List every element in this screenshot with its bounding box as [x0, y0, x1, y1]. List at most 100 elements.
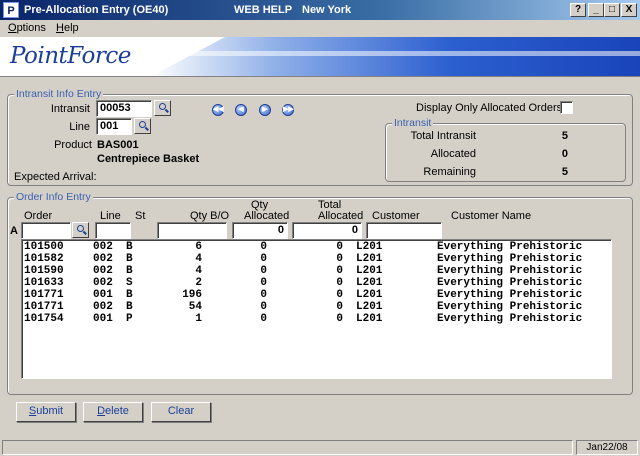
submit-label: ubmit — [36, 405, 64, 417]
delete-mnemonic: D — [97, 405, 106, 417]
customer-cell: L201 — [356, 265, 383, 277]
intransit-info-legend: Intransit Info Entry — [14, 88, 104, 100]
display-only-allocated-checkbox[interactable] — [560, 101, 573, 114]
pointforce-logo: PointForce — [10, 43, 131, 69]
menu-bar: Options Help — [0, 20, 640, 37]
total-allocated-cell: 0 — [336, 289, 343, 301]
qty-bo-cell: 4 — [195, 265, 202, 277]
line-cell: 002 — [93, 301, 113, 313]
qty-allocated-cell: 0 — [260, 241, 267, 253]
order-cell: 101771 — [24, 289, 64, 301]
menu-options-mnemonic: O — [8, 22, 17, 34]
status-cell: B — [126, 265, 133, 277]
col-header-customer-name: Customer Name — [451, 210, 532, 222]
remaining-value: 5 — [561, 166, 568, 178]
customer-cell: L201 — [356, 289, 383, 301]
order-cell: 101633 — [24, 277, 64, 289]
web-help-link[interactable]: WEB HELP — [234, 4, 292, 16]
qty-allocated-cell: 0 — [260, 289, 267, 301]
qty-bo-cell: 54 — [188, 301, 202, 313]
line-field[interactable]: 001 — [96, 118, 132, 135]
submit-button[interactable]: Submit — [16, 402, 76, 422]
maximize-icon[interactable]: □ — [604, 3, 620, 17]
allocated-value: 0 — [561, 148, 568, 160]
order-lookup-icon[interactable] — [72, 222, 89, 238]
allocated-label: Allocated — [430, 148, 476, 160]
order-cell: 101500 — [24, 241, 64, 253]
status-cell: B — [126, 253, 133, 265]
delete-button[interactable]: Delete — [83, 402, 143, 422]
line-cell: 002 — [93, 241, 113, 253]
qty-allocated-entry-field[interactable]: 0 — [232, 222, 288, 239]
location-label: New York — [302, 4, 352, 16]
table-row[interactable]: 101582 002 B 4 0 0 L201 Everything Prehi… — [22, 253, 611, 265]
customer-cell: L201 — [356, 277, 383, 289]
status-cell: B — [126, 241, 133, 253]
total-allocated-entry-field[interactable]: 0 — [292, 222, 362, 239]
entry-row-marker: A — [10, 225, 18, 237]
customer-name-cell: Everything Prehistoric — [437, 277, 583, 289]
line-entry-field[interactable] — [95, 222, 131, 239]
order-entry-field[interactable] — [21, 222, 71, 239]
qty-allocated-cell: 0 — [260, 265, 267, 277]
line-label: Line — [69, 121, 90, 133]
table-row[interactable]: 101500 002 B 6 0 0 L201 Everything Prehi… — [22, 241, 611, 253]
order-cell: 101590 — [24, 265, 64, 277]
menu-options-rest: ptions — [16, 22, 46, 34]
intransit-label: Intransit — [50, 103, 90, 115]
order-cell: 101582 — [24, 253, 64, 265]
order-cell: 101754 — [24, 313, 64, 325]
total-intransit-value: 5 — [561, 130, 568, 142]
qty-bo-cell: 6 — [195, 241, 202, 253]
table-row[interactable]: 101771 002 B 54 0 0 L201 Everything Preh… — [22, 301, 611, 313]
qty-bo-cell: 4 — [195, 253, 202, 265]
table-row[interactable]: 101633 002 S 2 0 0 L201 Everything Prehi… — [22, 277, 611, 289]
app-icon: P — [3, 2, 19, 18]
customer-cell: L201 — [356, 241, 383, 253]
menu-help-mnemonic: H — [56, 22, 64, 34]
status-cell: P — [126, 313, 133, 325]
menu-help[interactable]: Help — [56, 22, 79, 34]
intransit-summary-legend: Intransit — [392, 117, 434, 129]
minimize-icon[interactable]: _ — [588, 3, 604, 17]
product-code: BAS001 — [97, 139, 139, 151]
help-icon[interactable]: ? — [570, 3, 586, 17]
status-cell: S — [126, 277, 133, 289]
col-header-line: Line — [100, 210, 121, 222]
intransit-lookup-icon[interactable] — [154, 100, 171, 116]
table-row[interactable]: 101771 001 B 196 0 0 L201 Everything Pre… — [22, 289, 611, 301]
delete-label: elete — [105, 405, 129, 417]
qty-bo-entry-field[interactable] — [157, 222, 227, 239]
customer-name-cell: Everything Prehistoric — [437, 301, 583, 313]
status-cell: B — [126, 289, 133, 301]
line-lookup-icon[interactable] — [134, 118, 151, 134]
last-record-icon[interactable]: ▶▶ — [282, 104, 294, 116]
customer-cell: L201 — [356, 253, 383, 265]
qty-allocated-cell: 0 — [260, 277, 267, 289]
line-cell: 001 — [93, 289, 113, 301]
status-bar: Jan22/08 — [0, 438, 640, 456]
next-record-icon[interactable]: ▶ — [259, 104, 271, 116]
previous-record-icon[interactable]: ◀ — [235, 104, 247, 116]
close-icon[interactable]: X — [621, 3, 637, 17]
qty-bo-cell: 1 — [195, 313, 202, 325]
line-cell: 002 — [93, 265, 113, 277]
total-intransit-label: Total Intransit — [410, 130, 476, 142]
line-cell: 002 — [93, 253, 113, 265]
intransit-field[interactable]: 00053 — [96, 100, 152, 117]
clear-button[interactable]: Clear — [151, 402, 211, 422]
qty-allocated-cell: 0 — [260, 253, 267, 265]
line-cell: 001 — [93, 313, 113, 325]
customer-entry-field[interactable] — [366, 222, 442, 239]
banner-swoosh — [150, 37, 640, 76]
total-allocated-cell: 0 — [336, 301, 343, 313]
table-row[interactable]: 101590 002 B 4 0 0 L201 Everything Prehi… — [22, 265, 611, 277]
first-record-icon[interactable]: ◀◀ — [212, 104, 224, 116]
total-allocated-cell: 0 — [336, 241, 343, 253]
menu-options[interactable]: Options — [8, 22, 46, 34]
col-header-qty-allocated: Allocated — [244, 210, 290, 222]
qty-allocated-cell: 0 — [260, 301, 267, 313]
order-list[interactable]: 101500 002 B 6 0 0 L201 Everything Prehi… — [21, 239, 612, 379]
table-row[interactable]: 101754 001 P 1 0 0 L201 Everything Prehi… — [22, 313, 611, 325]
qty-allocated-cell: 0 — [260, 313, 267, 325]
